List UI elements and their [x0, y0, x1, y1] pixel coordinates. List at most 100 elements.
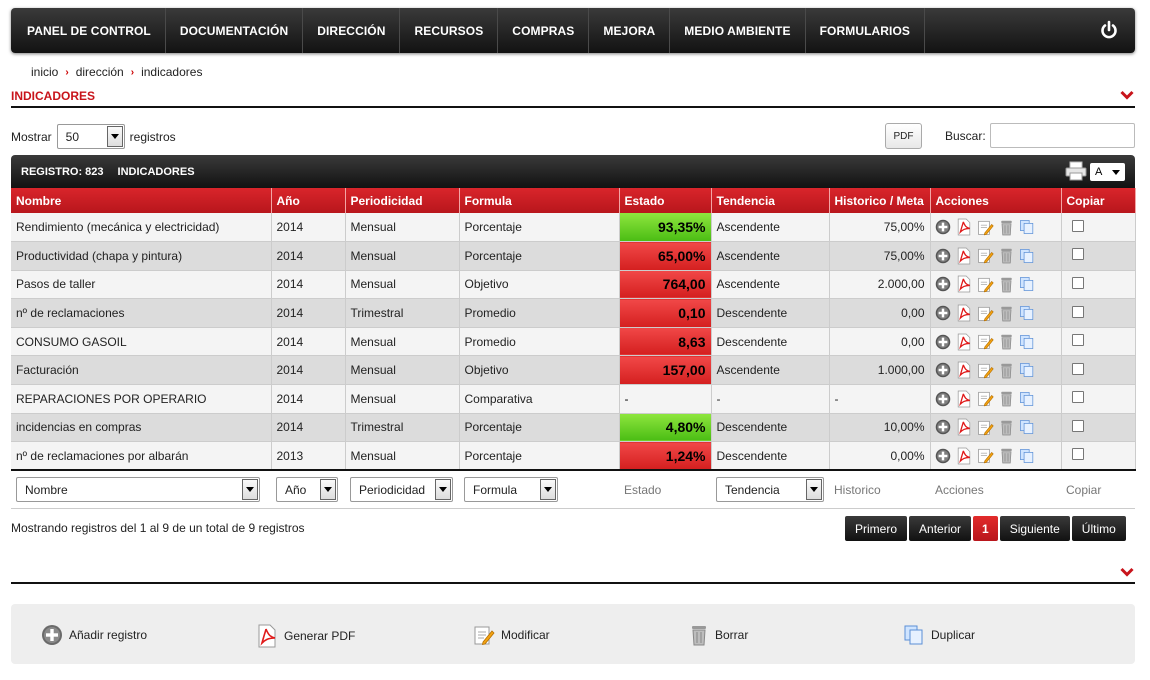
- trash-icon[interactable]: [999, 362, 1014, 379]
- table-row[interactable]: Pasos de taller 2014 Mensual Objetivo 764,00…: [11, 270, 1136, 300]
- add-icon[interactable]: [935, 419, 951, 435]
- edit-icon[interactable]: [977, 390, 994, 407]
- nav-direccion[interactable]: DIRECCIÓN: [303, 8, 401, 53]
- pdf-icon[interactable]: [956, 390, 972, 408]
- pager-last-button[interactable]: Último: [1071, 516, 1126, 541]
- col-nombre[interactable]: Nombre: [11, 188, 272, 213]
- duplicate-icon[interactable]: [1019, 362, 1035, 378]
- pdf-icon[interactable]: [956, 247, 972, 265]
- col-historico[interactable]: Historico / Meta: [829, 188, 931, 213]
- nav-recursos[interactable]: RECURSOS: [400, 8, 499, 53]
- copy-checkbox[interactable]: [1071, 391, 1084, 404]
- table-row[interactable]: Rendimiento (mecánica y electricidad) 201…: [11, 213, 1136, 243]
- filter-formula-select[interactable]: Formula: [464, 477, 558, 503]
- pager-first-button[interactable]: Primero: [845, 516, 908, 541]
- nav-formularios[interactable]: FORMULARIOS: [806, 8, 926, 53]
- copy-checkbox[interactable]: [1071, 334, 1084, 347]
- duplicate-button[interactable]: Duplicar: [903, 624, 975, 646]
- filter-anio-select[interactable]: Año: [276, 477, 338, 503]
- nav-mejora[interactable]: MEJORA: [589, 8, 671, 53]
- table-row[interactable]: nº de reclamaciones por albarán 2013 Mensu…: [11, 441, 1136, 471]
- nav-documentacion[interactable]: DOCUMENTACIÓN: [166, 8, 304, 53]
- col-estado[interactable]: Estado: [619, 188, 712, 213]
- add-icon[interactable]: [935, 362, 951, 378]
- pdf-icon[interactable]: [956, 275, 972, 293]
- duplicate-icon[interactable]: [1019, 219, 1035, 235]
- trash-icon[interactable]: [999, 419, 1014, 436]
- chevron-down-icon[interactable]: [1120, 90, 1134, 100]
- edit-button[interactable]: Modificar: [473, 624, 550, 646]
- copy-checkbox[interactable]: [1071, 219, 1084, 232]
- edit-icon[interactable]: [977, 219, 994, 236]
- breadcrumb-inicio[interactable]: inicio: [31, 65, 58, 79]
- add-icon[interactable]: [935, 219, 951, 235]
- duplicate-icon[interactable]: [1019, 305, 1035, 321]
- trash-icon[interactable]: [999, 247, 1014, 264]
- copy-checkbox[interactable]: [1071, 248, 1084, 261]
- trash-icon[interactable]: [999, 333, 1014, 350]
- pdf-icon[interactable]: [956, 304, 972, 322]
- pdf-icon[interactable]: [956, 361, 972, 379]
- pdf-button[interactable]: PDF: [885, 123, 922, 149]
- pdf-icon[interactable]: [956, 218, 972, 236]
- filter-periodicidad-select[interactable]: Periodicidad: [350, 477, 453, 503]
- col-tendencia[interactable]: Tendencia: [711, 188, 830, 213]
- pager-next-button[interactable]: Siguiente: [999, 516, 1070, 541]
- power-icon[interactable]: [1099, 20, 1119, 40]
- filter-nombre-select[interactable]: Nombre: [16, 477, 260, 503]
- table-row[interactable]: nº de reclamaciones 2014 Trimestral Promedi…: [11, 298, 1136, 328]
- pdf-icon[interactable]: [956, 418, 972, 436]
- edit-icon[interactable]: [977, 362, 994, 379]
- duplicate-icon[interactable]: [1019, 391, 1035, 407]
- trash-icon[interactable]: [999, 390, 1014, 407]
- table-row[interactable]: Productividad (chapa y pintura) 2014 Mensu…: [11, 241, 1136, 271]
- copy-checkbox[interactable]: [1071, 276, 1084, 289]
- add-icon[interactable]: [935, 248, 951, 264]
- edit-icon[interactable]: [977, 276, 994, 293]
- chevron-down-icon[interactable]: [1120, 567, 1134, 577]
- trash-icon[interactable]: [999, 447, 1014, 464]
- copy-checkbox[interactable]: [1071, 362, 1084, 375]
- col-formula[interactable]: Formula: [459, 188, 620, 213]
- search-input[interactable]: [990, 123, 1135, 148]
- edit-icon[interactable]: [977, 305, 994, 322]
- font-size-select[interactable]: A: [1090, 163, 1125, 181]
- nav-compras[interactable]: COMPRAS: [498, 8, 590, 53]
- nav-panel-de-control[interactable]: PANEL DE CONTROL: [11, 8, 166, 53]
- duplicate-icon[interactable]: [1019, 334, 1035, 350]
- nav-medio-ambiente[interactable]: MEDIO AMBIENTE: [670, 8, 806, 53]
- edit-icon[interactable]: [977, 247, 994, 264]
- breadcrumb-direccion[interactable]: dirección: [76, 65, 124, 79]
- records-per-page-select[interactable]: 50: [56, 124, 125, 149]
- trash-icon[interactable]: [999, 219, 1014, 236]
- duplicate-icon[interactable]: [1019, 448, 1035, 464]
- copy-checkbox[interactable]: [1071, 305, 1084, 318]
- edit-icon[interactable]: [977, 333, 994, 350]
- edit-icon[interactable]: [977, 447, 994, 464]
- pdf-icon[interactable]: [956, 333, 972, 351]
- col-periodicidad[interactable]: Periodicidad: [345, 188, 460, 213]
- add-icon[interactable]: [935, 276, 951, 292]
- add-record-button[interactable]: Añadir registro: [41, 624, 147, 646]
- filter-tendencia-select[interactable]: Tendencia: [716, 477, 824, 503]
- pdf-icon[interactable]: [956, 447, 972, 465]
- copy-checkbox[interactable]: [1071, 448, 1084, 461]
- col-anio[interactable]: Año: [271, 188, 346, 213]
- add-icon[interactable]: [935, 448, 951, 464]
- table-row[interactable]: CONSUMO GASOIL 2014 Mensual Promedio 8,63 Des…: [11, 327, 1136, 357]
- add-icon[interactable]: [935, 391, 951, 407]
- duplicate-icon[interactable]: [1019, 276, 1035, 292]
- pager-prev-button[interactable]: Anterior: [909, 516, 972, 541]
- trash-icon[interactable]: [999, 305, 1014, 322]
- duplicate-icon[interactable]: [1019, 419, 1035, 435]
- duplicate-icon[interactable]: [1019, 248, 1035, 264]
- table-row[interactable]: incidencias en compras 2014 Trimestral Porc…: [11, 413, 1136, 443]
- trash-icon[interactable]: [999, 276, 1014, 293]
- edit-icon[interactable]: [977, 419, 994, 436]
- table-row[interactable]: Facturación 2014 Mensual Objetivo 157,00 Asce…: [11, 355, 1136, 386]
- pager-page-1-button[interactable]: 1: [973, 516, 998, 541]
- print-icon[interactable]: [1065, 161, 1087, 181]
- add-icon[interactable]: [935, 305, 951, 321]
- table-row[interactable]: REPARACIONES POR OPERARIO 2014 Mensual Comp…: [11, 384, 1136, 414]
- generate-pdf-button[interactable]: Generar PDF: [256, 624, 355, 648]
